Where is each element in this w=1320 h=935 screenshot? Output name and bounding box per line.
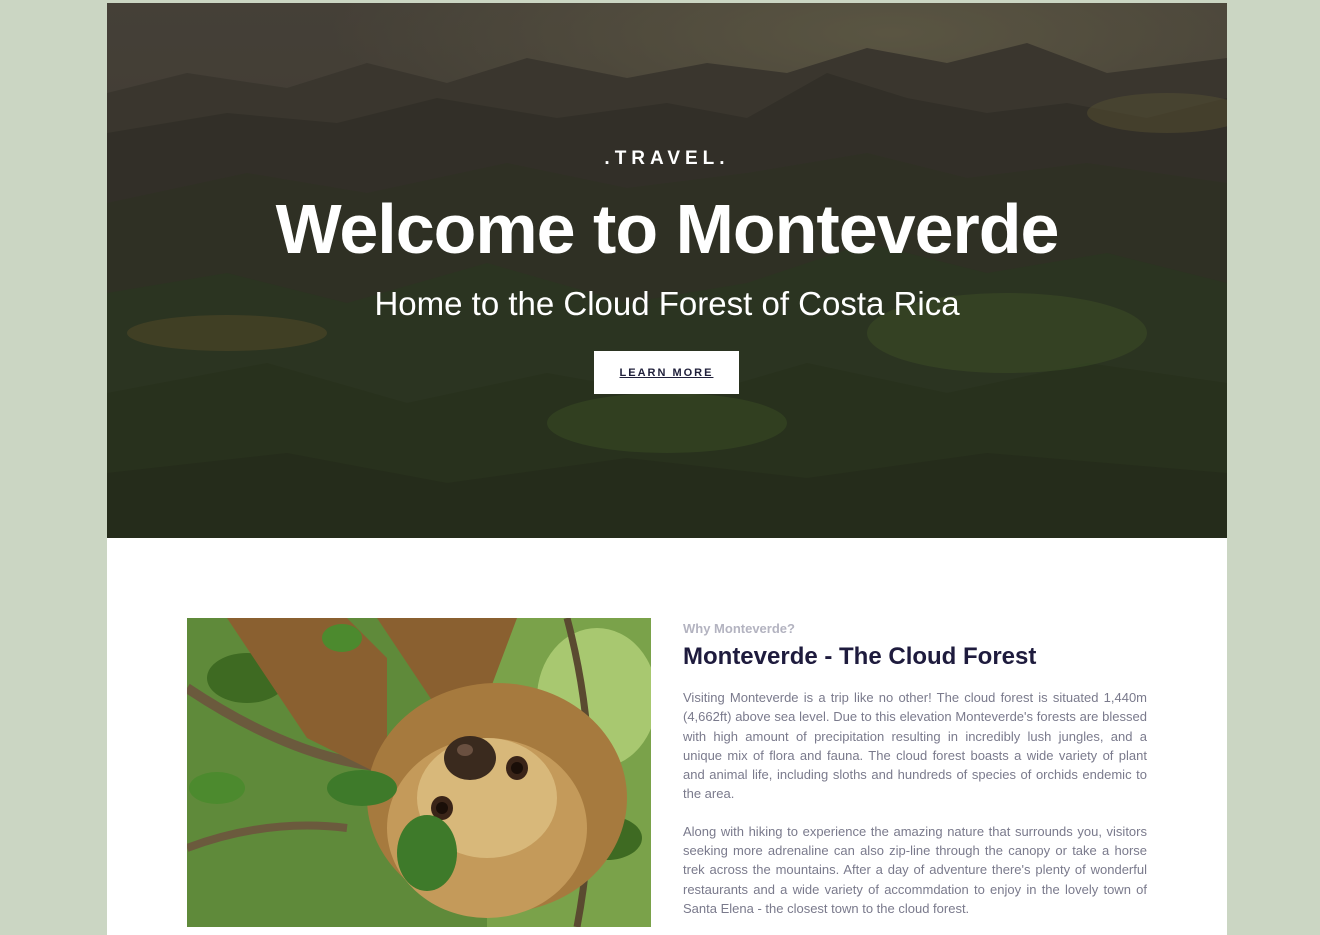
about-kicker: Why Monteverde? <box>683 621 795 636</box>
sloth-image <box>187 618 651 927</box>
learn-more-button[interactable]: LEARN MORE <box>594 351 739 394</box>
hero-section: .TRAVEL. Welcome to Monteverde Home to t… <box>107 3 1227 538</box>
about-section: Why Monteverde? Monteverde - The Cloud F… <box>107 538 1227 935</box>
page: .TRAVEL. Welcome to Monteverde Home to t… <box>107 3 1227 935</box>
sloth-photo <box>187 618 651 927</box>
hero-eyebrow: .TRAVEL. <box>604 148 730 169</box>
about-paragraph-2: Along with hiking to experience the amaz… <box>683 823 1147 916</box>
about-title: Monteverde - The Cloud Forest <box>683 643 1037 670</box>
hero-content: .TRAVEL. Welcome to Monteverde Home to t… <box>107 3 1227 538</box>
about-paragraph-1: Visiting Monteverde is a trip like no ot… <box>683 690 1147 802</box>
about-text: Why Monteverde? Monteverde - The Cloud F… <box>683 620 1147 935</box>
hero-subtitle: Home to the Cloud Forest of Costa Rica <box>374 285 960 322</box>
hero-title: Welcome to Monteverde <box>275 190 1060 268</box>
